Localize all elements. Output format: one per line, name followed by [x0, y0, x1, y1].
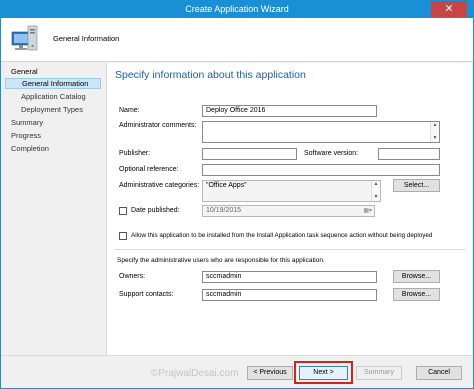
owners-browse-button[interactable]: Browse... [393, 270, 440, 283]
cancel-button[interactable]: Cancel [416, 366, 462, 380]
users-caption: Specify the administrative users who are… [117, 257, 325, 264]
nav-item-general-information[interactable]: General Information [5, 78, 101, 89]
admin-categories-value: "Office Apps" [206, 182, 247, 189]
date-published-value: 10/19/2015 [206, 207, 242, 214]
software-version-label: Software version: [304, 150, 359, 157]
watermark: ©PrajwalDesai.com [151, 368, 239, 379]
header-title: General Information [53, 34, 120, 43]
optional-reference-field[interactable] [202, 164, 440, 176]
allow-install-label: Allow this application to be installed f… [131, 232, 433, 239]
publisher-field[interactable] [202, 148, 297, 160]
nav-item-progress[interactable]: Progress [11, 130, 41, 141]
content-pane: Specify information about this applicati… [106, 63, 472, 355]
nav-item-completion[interactable]: Completion [11, 143, 49, 154]
scroll-down-icon[interactable]: ▼ [373, 195, 379, 200]
summary-button[interactable]: Summary [356, 366, 402, 380]
publisher-label: Publisher: [119, 150, 151, 157]
divider [115, 249, 465, 250]
previous-button[interactable]: < Previous [247, 366, 293, 380]
support-contacts-field[interactable]: sccmadmin [202, 289, 377, 301]
optional-reference-label: Optional reference: [119, 166, 179, 173]
nav-item-general[interactable]: General [11, 66, 38, 77]
wizard-header: General Information [1, 18, 473, 62]
computer-icon [11, 25, 38, 51]
wizard-nav: General General Information Application … [1, 63, 106, 355]
select-button[interactable]: Select... [393, 179, 440, 192]
admin-categories-label: Administrative categories: [119, 182, 200, 189]
nav-item-application-catalog[interactable]: Application Catalog [21, 91, 86, 102]
support-contacts-label: Support contacts: [119, 291, 174, 298]
allow-install-checkbox[interactable] [119, 232, 127, 240]
nav-item-deployment-types[interactable]: Deployment Types [21, 104, 83, 115]
next-button-highlight [294, 361, 353, 384]
owners-label: Owners: [119, 273, 146, 280]
date-published-checkbox[interactable] [119, 207, 127, 215]
window-title: Create Application Wizard [185, 4, 289, 14]
software-version-field[interactable] [378, 148, 440, 160]
name-field[interactable]: Deploy Office 2016 [202, 105, 377, 117]
date-published-field[interactable]: 10/19/2015 ▦▾ [202, 205, 375, 217]
wizard-window: Create Application Wizard ✕ General Info… [0, 0, 474, 389]
title-bar: Create Application Wizard ✕ [1, 1, 473, 18]
support-contacts-browse-button[interactable]: Browse... [393, 288, 440, 301]
admin-comments-field[interactable]: ▲ ▼ [202, 121, 440, 143]
page-heading: Specify information about this applicati… [115, 69, 306, 81]
admin-categories-field[interactable]: "Office Apps" ▲ ▼ [202, 180, 381, 202]
calendar-dropdown-icon[interactable]: ▦▾ [363, 206, 372, 216]
admin-categories-scrollbar[interactable]: ▲ ▼ [371, 181, 380, 201]
owners-field[interactable]: sccmadmin [202, 271, 377, 283]
scroll-down-icon[interactable]: ▼ [432, 136, 438, 141]
admin-comments-label: Administrator comments: [119, 122, 197, 129]
wizard-footer: ©PrajwalDesai.com < Previous Next > Summ… [1, 355, 473, 388]
scroll-up-icon[interactable]: ▲ [432, 123, 438, 128]
close-icon[interactable]: ✕ [431, 1, 467, 17]
admin-comments-scrollbar[interactable]: ▲ ▼ [430, 122, 439, 142]
scroll-up-icon[interactable]: ▲ [373, 182, 379, 187]
nav-item-summary[interactable]: Summary [11, 117, 43, 128]
name-label: Name: [119, 107, 140, 114]
date-published-label: Date published: [131, 207, 180, 214]
